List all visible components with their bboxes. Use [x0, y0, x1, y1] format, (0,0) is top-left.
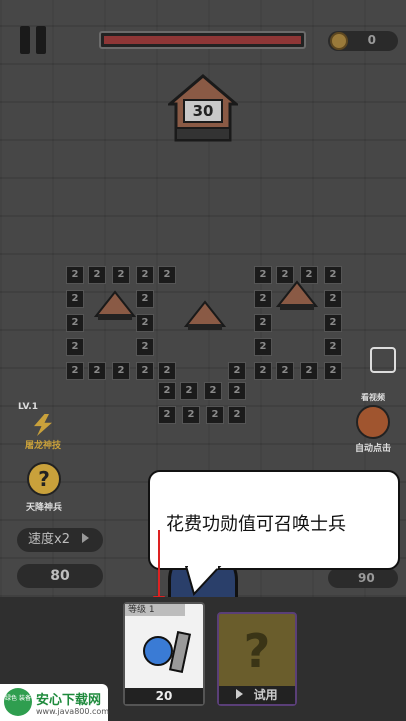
fort-tile: 2 — [324, 290, 342, 308]
fort-tile: 2 — [136, 290, 154, 308]
fort-tile: 2 — [88, 362, 106, 380]
soldier-card[interactable]: 等级 1 20 — [123, 602, 205, 706]
fort-tile: 2 — [228, 362, 246, 380]
fort-tile: 2 — [66, 290, 84, 308]
fort-tile: 2 — [324, 266, 342, 284]
coin-value: 0 — [367, 33, 376, 47]
share-icon[interactable] — [370, 347, 396, 373]
watermark-name: 安心下载网 — [36, 693, 102, 708]
video-icon — [82, 533, 90, 543]
enemy-base[interactable]: 30 — [165, 74, 241, 144]
fort-tile: 2 — [66, 362, 84, 380]
fort-tile: 2 — [112, 266, 130, 284]
dragon-skill-button[interactable]: LV.1 屠龙神技 — [18, 402, 68, 451]
coin-icon — [330, 32, 348, 50]
coin-counter: 0 — [328, 31, 398, 51]
fort-tile: 2 — [228, 406, 246, 424]
fort-tile: 2 — [254, 338, 272, 356]
player-tent-1[interactable] — [94, 290, 136, 322]
bubble-tail — [184, 566, 222, 596]
fort-tile: 2 — [300, 362, 318, 380]
skill-label: 屠龙神技 — [24, 441, 61, 451]
right-counter: 90 — [328, 568, 398, 588]
trial-card[interactable]: ? 试用 — [217, 612, 297, 706]
fort-tile: 2 — [66, 266, 84, 284]
gift-label: 天降神兵 — [25, 503, 62, 513]
fort-tile: 2 — [158, 406, 176, 424]
fort-tile: 2 — [88, 266, 106, 284]
fort-tile: 2 — [228, 382, 246, 400]
auto-click-button[interactable]: 看视频 自动点击 — [344, 392, 402, 454]
auto-click-label: 自动点击 — [354, 444, 391, 454]
fort-tile: 2 — [204, 382, 222, 400]
sword-icon — [168, 630, 192, 674]
card-level-tag: 等级 1 — [125, 604, 185, 616]
fort-tile: 2 — [254, 266, 272, 284]
fort-tile: 2 — [158, 266, 176, 284]
auto-click-icon — [356, 405, 390, 439]
game-field: 0 30 222222222222222 2222222222 22222222… — [0, 0, 406, 608]
video-icon — [236, 689, 244, 699]
watermark-url: www.java800.com — [36, 707, 110, 716]
card-cost: 20 — [125, 688, 203, 704]
fort-tile: 2 — [136, 266, 154, 284]
lightning-icon — [34, 414, 52, 436]
watermark: 绿色 装备 安心下载网 www.java800.com — [0, 684, 110, 721]
enemy-hp-bar — [99, 31, 306, 49]
tutorial-text: 花费功勋值可召唤士兵 — [166, 514, 346, 535]
mystery-icon: ? — [27, 462, 61, 496]
speed-label: 速度x2 — [28, 532, 70, 547]
fort-tile: 2 — [182, 406, 200, 424]
player-tent-3[interactable] — [276, 280, 318, 312]
fort-tile: 2 — [254, 314, 272, 332]
player-tent-2[interactable] — [184, 300, 226, 332]
fort-tile: 2 — [276, 362, 294, 380]
troop-value: 80 — [50, 568, 70, 584]
fort-tile: 2 — [324, 338, 342, 356]
fort-tile: 2 — [254, 290, 272, 308]
fort-tile: 2 — [324, 362, 342, 380]
shield-icon — [143, 636, 173, 666]
fort-tile: 2 — [180, 382, 198, 400]
pause-button[interactable] — [20, 26, 48, 54]
fort-tile: 2 — [324, 314, 342, 332]
fort-tile: 2 — [66, 338, 84, 356]
speed-button[interactable]: 速度x2 — [17, 528, 103, 552]
fort-tile: 2 — [158, 362, 176, 380]
right-count-value: 90 — [358, 571, 375, 585]
auto-click-video-label: 看视频 — [361, 393, 385, 402]
trial-label: 试用 — [253, 688, 278, 702]
trial-question-mark: ? — [243, 624, 271, 678]
skill-level: LV.1 — [18, 402, 38, 412]
tutorial-speech-bubble: 花费功勋值可召唤士兵 — [148, 470, 400, 570]
fort-tile: 2 — [136, 338, 154, 356]
watermark-logo: 绿色 装备 — [4, 688, 32, 716]
summon-gift-button[interactable]: ? 天降神兵 — [18, 462, 70, 513]
fort-tile: 2 — [254, 362, 272, 380]
fort-tile: 2 — [112, 362, 130, 380]
fort-tile: 2 — [136, 362, 154, 380]
troop-counter: 80 — [17, 564, 103, 588]
fort-tile: 2 — [66, 314, 84, 332]
enemy-base-level: 30 — [192, 102, 214, 120]
fort-tile: 2 — [158, 382, 176, 400]
fort-tile: 2 — [136, 314, 154, 332]
cost-value: 20 — [155, 689, 173, 703]
fort-tile: 2 — [206, 406, 224, 424]
